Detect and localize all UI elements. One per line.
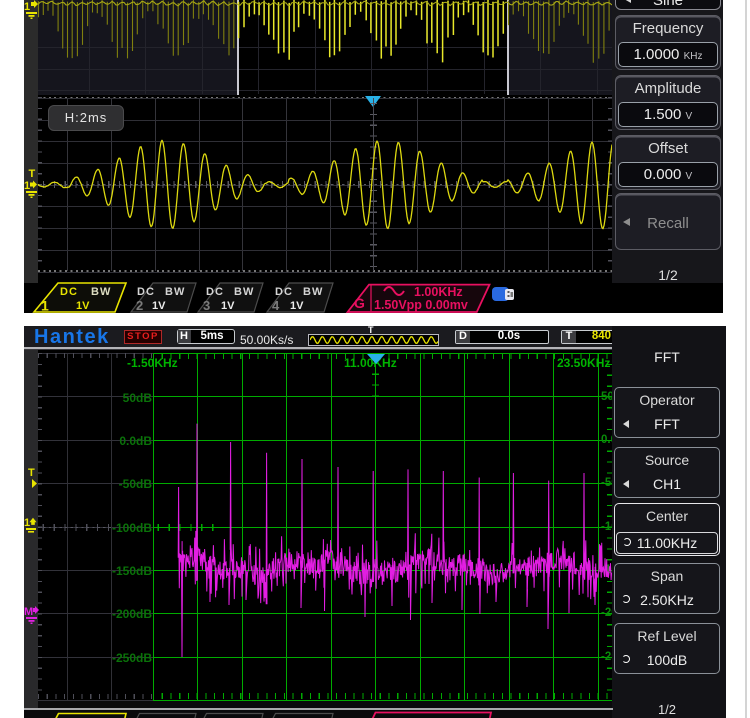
svg-text:1.00KHz: 1.00KHz (414, 285, 463, 299)
svg-text:3: 3 (203, 298, 210, 313)
svg-text:T: T (29, 168, 36, 180)
svg-text:1: 1 (24, 180, 30, 192)
svg-text:1: 1 (24, 517, 30, 529)
svg-text:1: 1 (24, 1, 30, 13)
svg-text:1V: 1V (76, 300, 90, 312)
svg-text:2: 2 (136, 298, 143, 313)
svg-text:1V: 1V (290, 300, 304, 312)
svg-text:4: 4 (272, 298, 280, 313)
svg-text:1V: 1V (221, 300, 235, 312)
svg-text:DC: DC (275, 286, 293, 298)
svg-text:T: T (28, 467, 35, 479)
svg-text:1V: 1V (152, 300, 166, 312)
svg-text:DC: DC (60, 286, 78, 298)
svg-text:BW: BW (165, 286, 185, 298)
svg-text:1: 1 (41, 298, 49, 314)
svg-text:BW: BW (234, 286, 254, 298)
svg-text:G: G (354, 295, 365, 311)
svg-text:DC: DC (206, 286, 224, 298)
svg-text:M: M (24, 606, 33, 618)
svg-text:BW: BW (303, 286, 323, 298)
svg-text:BW: BW (91, 286, 111, 298)
svg-text:DC: DC (137, 286, 155, 298)
svg-text:1.50Vpp 0.00mv: 1.50Vpp 0.00mv (374, 298, 468, 312)
